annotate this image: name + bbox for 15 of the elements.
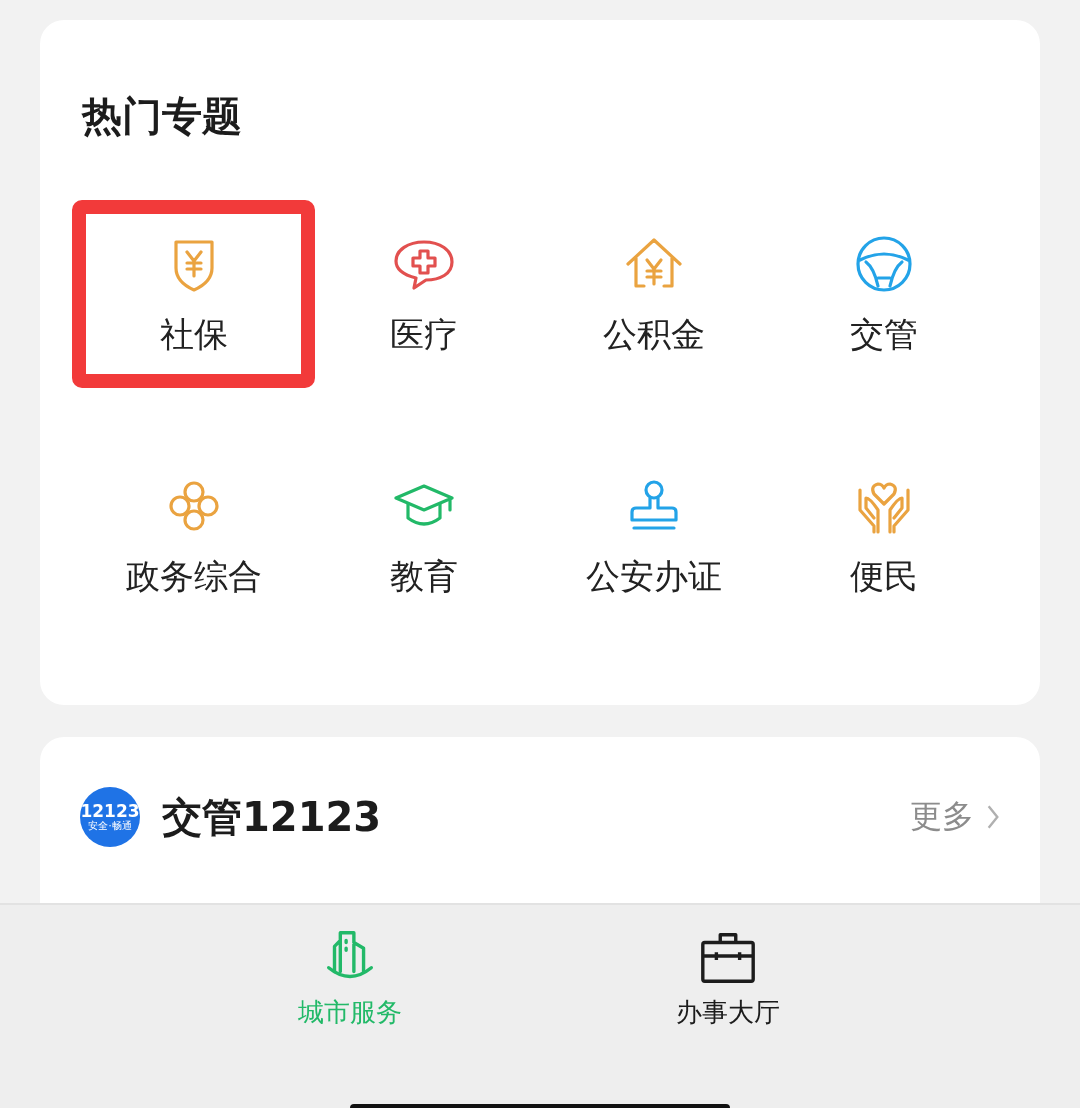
topic-label: 教育	[389, 555, 458, 598]
logo-number: 12123	[80, 803, 140, 820]
topic-label: 便民	[849, 555, 918, 598]
topic-label: 公积金	[602, 313, 705, 356]
topic-label: 社保	[159, 313, 228, 356]
topic-label: 公安办证	[585, 555, 722, 598]
topic-label: 政务综合	[125, 555, 262, 598]
card-title: 交管12123	[162, 793, 382, 842]
section-title: 热门专题	[82, 96, 243, 136]
nav-tab[interactable]: 办事大厅	[638, 905, 818, 1108]
topic-item[interactable]: 社保	[72, 200, 315, 388]
topic-label: 交管	[849, 313, 918, 356]
topic-label: 医疗	[389, 313, 458, 356]
logo-slogan: 安全·畅通	[88, 820, 132, 831]
chevron-right-icon	[986, 804, 1000, 830]
